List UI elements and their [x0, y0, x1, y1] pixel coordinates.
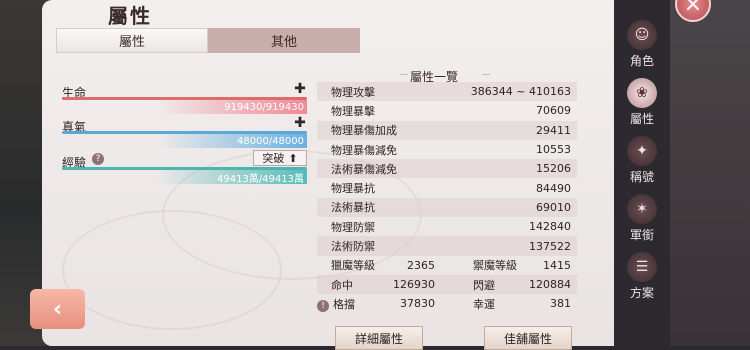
attr-value: 137522 [529, 239, 571, 253]
info-icon[interactable]: ! [317, 299, 329, 312]
attr-name: 物理暴傷加成 [331, 124, 397, 138]
attr-value: 70609 [536, 104, 571, 118]
nav-label: 屬性 [629, 112, 654, 126]
nav-attribute[interactable]: ❀ 屬性 [617, 78, 667, 127]
nav-plan[interactable]: ☰ 方案 [617, 252, 667, 301]
attr-split-row: 命中 126930 閃避 120884 [317, 274, 577, 295]
attr-name: 法術防禦 [331, 240, 375, 254]
tab-other[interactable]: 其他 [208, 28, 360, 53]
attr-value: 84490 [536, 181, 571, 195]
attr-name: 格擋 [333, 297, 355, 311]
attr-value: 386344 ~ 410163 [470, 85, 571, 99]
up-arrow-icon: ⬆ [288, 151, 298, 165]
attr-row: 物理暴傷加成 29411 [317, 120, 577, 140]
attr-name: 禦魔等級 [473, 259, 517, 273]
attr-value: 69010 [536, 200, 571, 214]
attr-name: 命中 [331, 278, 353, 292]
attr-value: 381 [550, 297, 571, 311]
exp-value: 49413萬/49413萬 [217, 173, 304, 185]
life-value-pill: 919430/919430 [157, 100, 307, 114]
attr-name: 法術暴傷減免 [331, 162, 397, 176]
character-icon: ☺ [627, 20, 657, 50]
tab-attributes[interactable]: 屬性 [56, 28, 208, 53]
attr-name: 幸運 [473, 297, 495, 311]
background-right [670, 0, 750, 346]
page-title: 屬性 [108, 4, 152, 28]
attr-name: 法術暴抗 [331, 201, 375, 215]
attr-name: 物理防禦 [331, 220, 375, 234]
attr-row: 法術暴抗 69010 [317, 197, 577, 218]
detail-attributes-button[interactable]: 詳細屬性 [335, 326, 423, 350]
plan-icon: ☰ [627, 252, 657, 282]
nav-label: 軍銜 [629, 228, 654, 242]
attr-name: 物理暴擊 [331, 104, 375, 118]
attr-value: 126930 [393, 278, 435, 292]
back-button[interactable]: ‹ [30, 289, 85, 329]
attr-split-row: 獵魔等級 2365 禦魔等級 1415 [317, 256, 577, 275]
attr-name: 物理暴抗 [331, 182, 375, 196]
nav-label: 方案 [629, 286, 654, 300]
jiaxu-attributes-button[interactable]: 佳舖屬性 [484, 326, 572, 350]
attr-split-row: ! 格擋 37830 幸運 381 [317, 294, 577, 313]
nav-title[interactable]: ✦ 稱號 [617, 136, 667, 185]
attributes-table: 物理攻擊 386344 ~ 410163 物理暴擊 70609 物理暴傷加成 2941… [317, 82, 577, 314]
nav-character[interactable]: ☺ 角色 [617, 20, 667, 69]
qi-value: 48000/48000 [237, 135, 304, 147]
breakthrough-button[interactable]: 突破 ⬆ [253, 150, 307, 166]
attr-row: 法術暴傷減免 15206 [317, 159, 577, 179]
nav-label: 稱號 [629, 170, 654, 184]
question-icon[interactable]: ? [92, 153, 104, 165]
attr-name: 物理攻擊 [331, 85, 375, 99]
breakthrough-label: 突破 [262, 152, 285, 165]
attr-row: 物理暴傷減免 10553 [317, 140, 577, 159]
attr-value: 29411 [536, 123, 571, 137]
life-plus-button[interactable]: ✚ [293, 81, 307, 97]
attr-value: 142840 [529, 220, 571, 234]
title-divider [400, 74, 408, 75]
qi-value-pill: 48000/48000 [157, 134, 307, 148]
attr-row: 物理暴擊 70609 [317, 101, 577, 120]
attr-value: 37830 [400, 297, 435, 311]
nav-rank[interactable]: ✶ 軍銜 [617, 194, 667, 243]
attr-row: 法術防禦 137522 [317, 236, 577, 256]
decorative-swirl [62, 210, 282, 330]
title-icon: ✦ [627, 136, 657, 166]
attr-name-with-icon: ! 格擋 [317, 296, 375, 312]
life-value: 919430/919430 [224, 101, 304, 113]
life-stat: 生命 ✚ 919430/919430 [62, 81, 307, 114]
qi-stat: 真氣 ✚ 48000/48000 [62, 115, 307, 148]
title-divider [482, 74, 490, 75]
exp-value-pill: 49413萬/49413萬 [157, 170, 307, 185]
attr-row: 物理防禦 142840 [317, 217, 577, 236]
attr-value: 120884 [529, 278, 571, 292]
tab-bar: 屬性 其他 [56, 28, 360, 53]
close-icon: × [683, 0, 703, 17]
attr-name: 物理暴傷減免 [331, 143, 397, 157]
attr-value: 1415 [543, 258, 571, 272]
rank-icon: ✶ [627, 194, 657, 224]
attr-value: 15206 [536, 162, 571, 176]
nav-label: 角色 [629, 54, 654, 68]
attr-row: 物理攻擊 386344 ~ 410163 [317, 82, 577, 102]
attribute-icon: ❀ [627, 78, 657, 108]
attr-name: 獵魔等級 [331, 259, 375, 273]
attr-row: 物理暴抗 84490 [317, 178, 577, 197]
attr-value: 10553 [536, 143, 571, 157]
exp-stat: 經驗 ? 突破 ⬆ 49413萬/49413萬 [62, 150, 307, 186]
attr-value: 2365 [407, 258, 435, 272]
attr-name: 閃避 [473, 278, 495, 292]
qi-plus-button[interactable]: ✚ [293, 115, 307, 131]
back-arrow-icon: ‹ [52, 296, 63, 322]
